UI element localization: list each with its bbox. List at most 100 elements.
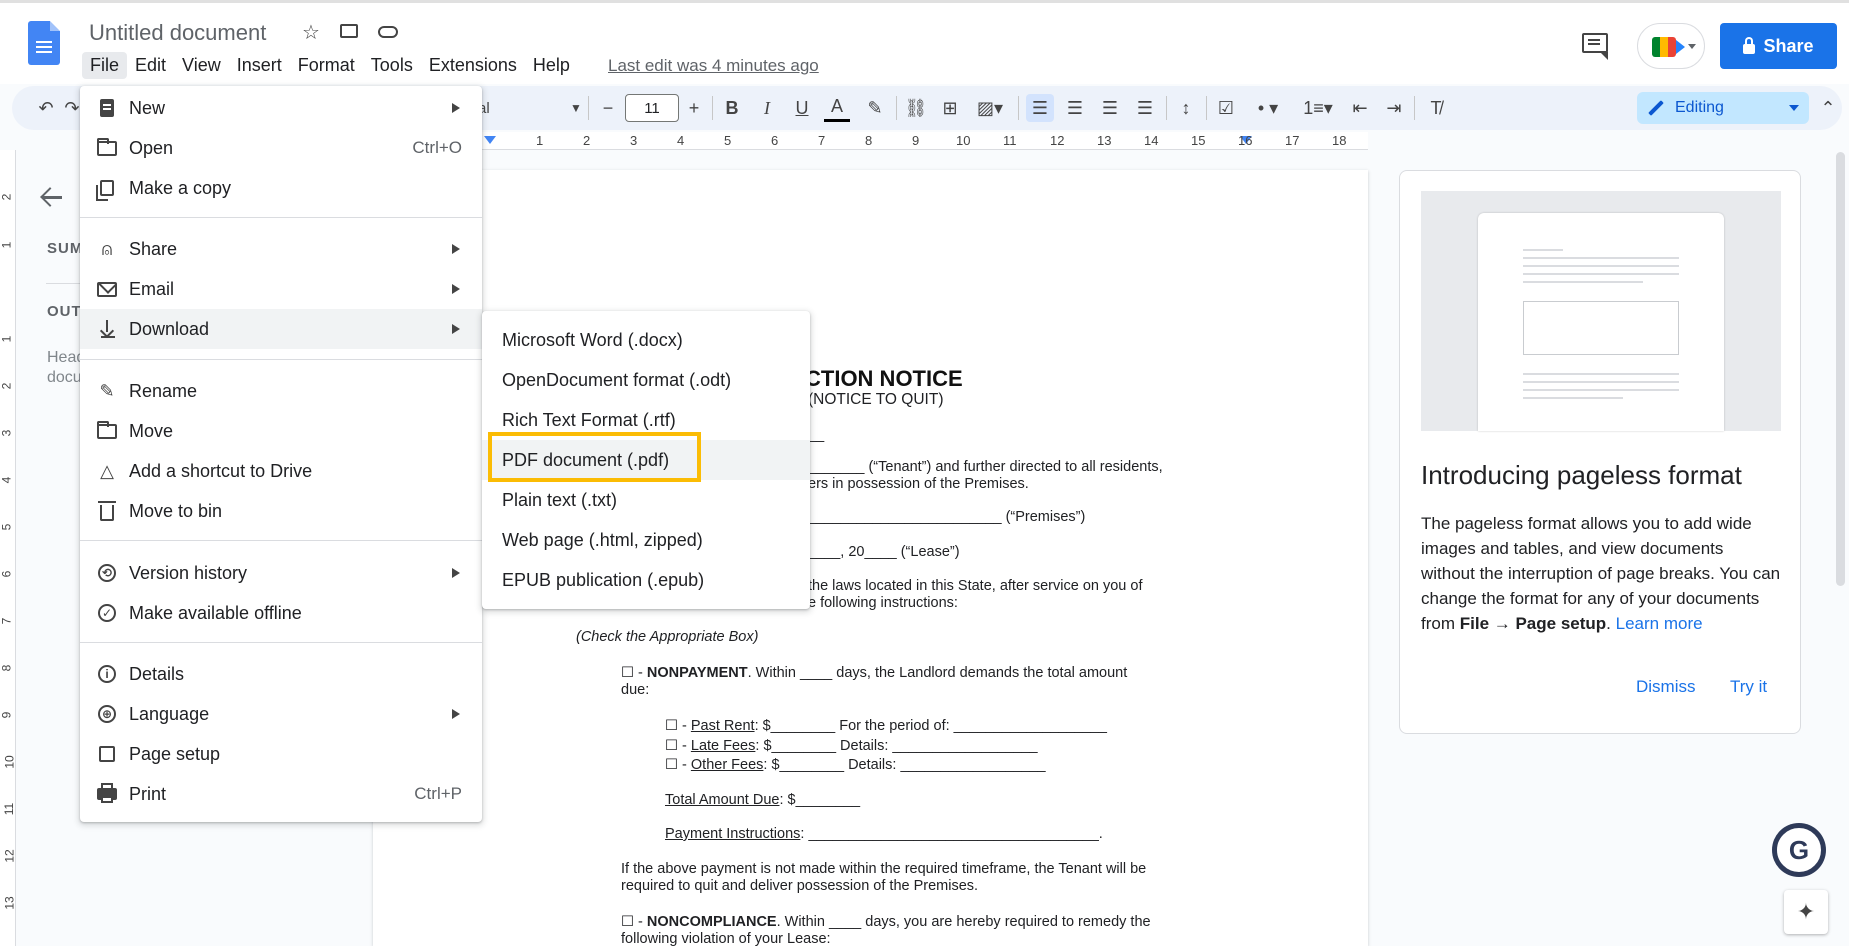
menu-file[interactable]: File <box>82 52 128 79</box>
ruler-number: 1 <box>0 241 14 249</box>
vertical-scrollbar[interactable] <box>1836 152 1845 586</box>
download-html[interactable]: Web page (.html, zipped) <box>482 520 810 560</box>
doc-line: ____, 20____ (“Lease”) <box>808 544 960 560</box>
meet-button[interactable] <box>1637 23 1705 69</box>
undo-icon[interactable]: ↶ <box>32 94 60 122</box>
move-folder-icon[interactable] <box>340 20 358 38</box>
font-dropdown-caret-icon[interactable]: ▼ <box>568 94 584 122</box>
highlight-color-icon[interactable]: ✎ <box>862 94 888 122</box>
redo-icon[interactable]: ↷ <box>62 94 82 122</box>
share-button[interactable]: Share <box>1720 23 1837 69</box>
align-right-icon[interactable]: ☰ <box>1096 94 1124 122</box>
menu-item-language[interactable]: ⊕ Language <box>80 694 482 734</box>
editing-mode-select[interactable]: Editing <box>1637 92 1809 124</box>
underline-icon[interactable]: U <box>789 94 815 122</box>
menu-view[interactable]: View <box>174 52 229 79</box>
increase-indent-icon[interactable]: ⇥ <box>1380 94 1408 122</box>
ruler-number: 5 <box>724 133 732 148</box>
menu-item-add-shortcut[interactable]: △ Add a shortcut to Drive <box>80 451 482 491</box>
dismiss-button[interactable]: Dismiss <box>1636 677 1696 697</box>
menu-divider <box>80 540 482 541</box>
menu-tools[interactable]: Tools <box>363 52 421 79</box>
line-spacing-icon[interactable]: ↕ <box>1172 94 1200 122</box>
justify-icon[interactable]: ☰ <box>1131 94 1159 122</box>
grammarly-icon[interactable]: G <box>1775 826 1823 874</box>
ruler-number: 1 <box>536 133 544 148</box>
document-title[interactable]: Untitled document <box>89 20 266 46</box>
menu-item-new[interactable]: New <box>80 88 482 128</box>
menu-item-open[interactable]: Open Ctrl+O <box>80 128 482 168</box>
left-indent-marker-icon[interactable] <box>484 136 496 144</box>
ruler-number: 5 <box>0 523 14 531</box>
menu-item-share[interactable]: ⍝ Share <box>80 229 482 269</box>
star-icon[interactable]: ☆ <box>302 20 320 45</box>
insert-image-icon[interactable]: ▨▾ <box>970 94 1010 122</box>
doc-line: __ <box>808 427 825 443</box>
bulleted-list-icon[interactable]: • ▾ <box>1246 94 1290 122</box>
menu-item-email[interactable]: Email <box>80 269 482 309</box>
menu-item-version-history[interactable]: ⟲ Version history <box>80 553 482 593</box>
last-edit-link[interactable]: Last edit was 4 minutes ago <box>608 56 819 76</box>
download-rtf[interactable]: Rich Text Format (.rtf) <box>482 400 810 440</box>
menu-item-print[interactable]: Print Ctrl+P <box>80 774 482 814</box>
menu-item-move[interactable]: Move <box>80 411 482 451</box>
add-comment-icon[interactable]: ⊞ <box>936 94 964 122</box>
menu-help[interactable]: Help <box>525 52 578 79</box>
toolbar-divider <box>712 96 713 120</box>
ruler-number: 8 <box>0 664 14 672</box>
horizontal-ruler[interactable]: 1 2 3 4 5 6 7 8 9 10 11 12 13 14 15 16 1… <box>373 132 1368 150</box>
ruler-number: 16 <box>1238 133 1253 148</box>
download-odt[interactable]: OpenDocument format (.odt) <box>482 360 810 400</box>
submenu-arrow-icon <box>452 244 460 254</box>
decrease-font-size-icon[interactable]: − <box>596 94 620 122</box>
try-it-button[interactable]: Try it <box>1730 677 1767 697</box>
text-color-icon[interactable]: A <box>824 94 850 122</box>
download-docx[interactable]: Microsoft Word (.docx) <box>482 320 810 360</box>
decrease-indent-icon[interactable]: ⇤ <box>1346 94 1374 122</box>
bold-icon[interactable]: B <box>719 94 745 122</box>
learn-more-link[interactable]: Learn more <box>1616 614 1703 633</box>
insert-link-icon[interactable]: ⛓ <box>902 94 930 122</box>
menu-item-rename[interactable]: ✎ Rename <box>80 371 482 411</box>
font-name-select[interactable]: al <box>478 94 508 122</box>
hide-menus-chevron-up-icon[interactable]: ⌃ <box>1818 94 1838 122</box>
submenu-arrow-icon <box>452 709 460 719</box>
italic-icon[interactable]: I <box>754 94 780 122</box>
menu-item-details[interactable]: i Details <box>80 654 482 694</box>
font-size-input[interactable]: 11 <box>625 94 679 122</box>
meet-camera-icon <box>1652 37 1676 57</box>
menu-item-make-offline[interactable]: ✓ Make available offline <box>80 593 482 633</box>
vertical-ruler[interactable]: 2 1 1 2 3 4 5 6 7 8 9 10 11 12 13 <box>0 150 17 946</box>
menu-item-download[interactable]: Download <box>80 309 482 349</box>
comment-history-icon[interactable] <box>1582 33 1608 60</box>
menu-format[interactable]: Format <box>290 52 363 79</box>
menu-item-move-to-bin[interactable]: Move to bin <box>80 491 482 531</box>
menu-item-page-setup[interactable]: Page setup <box>80 734 482 774</box>
toolbar-divider <box>896 96 897 120</box>
info-icon: i <box>97 664 117 684</box>
ruler-number: 4 <box>677 133 685 148</box>
checklist-icon[interactable]: ☑ <box>1212 94 1240 122</box>
menu-item-label: Version history <box>129 562 248 583</box>
numbered-list-icon[interactable]: 1≡▾ <box>1296 94 1340 122</box>
download-pdf[interactable]: PDF document (.pdf) <box>482 440 810 480</box>
close-outline-back-arrow-icon[interactable] <box>40 186 62 208</box>
doc-span: . Within ____ days, the Landlord demands… <box>747 665 1128 681</box>
menu-edit[interactable]: Edit <box>127 52 174 79</box>
menu-item-make-copy[interactable]: Make a copy <box>80 168 482 208</box>
docs-logo-icon[interactable] <box>28 21 60 65</box>
menu-item-label: Move <box>129 420 174 441</box>
menu-extensions[interactable]: Extensions <box>421 52 525 79</box>
align-left-icon[interactable]: ☰ <box>1026 94 1054 122</box>
align-center-icon[interactable]: ☰ <box>1061 94 1089 122</box>
download-txt[interactable]: Plain text (.txt) <box>482 480 810 520</box>
doc-line: ________________________ (“Premises”) <box>808 509 1086 525</box>
submenu-arrow-icon <box>452 284 460 294</box>
cloud-status-icon[interactable] <box>378 20 398 38</box>
explore-sparkle-icon[interactable]: ✦ <box>1784 890 1828 934</box>
increase-font-size-icon[interactable]: + <box>682 94 706 122</box>
clear-formatting-icon[interactable]: T̸ <box>1422 94 1450 122</box>
menu-insert[interactable]: Insert <box>229 52 290 79</box>
download-epub[interactable]: EPUB publication (.epub) <box>482 560 810 600</box>
email-icon <box>97 279 117 299</box>
